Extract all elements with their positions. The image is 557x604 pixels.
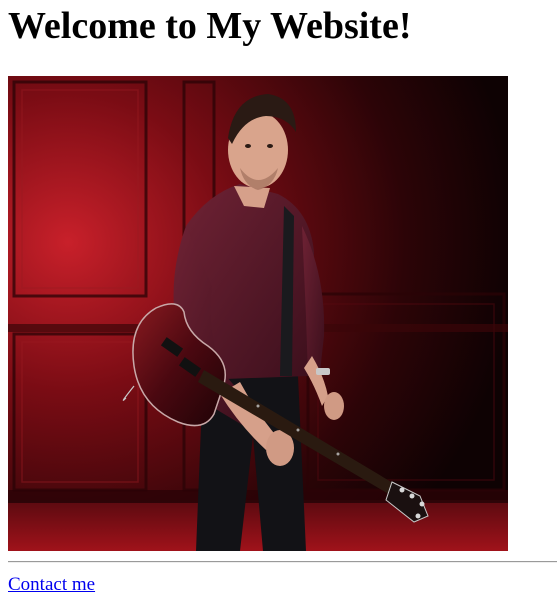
contact-link[interactable]: Contact me [8, 573, 95, 597]
horizontal-rule [8, 561, 557, 563]
guitarist-image [8, 76, 508, 551]
guitarist-photo [8, 76, 508, 551]
page-title: Welcome to My Website! [8, 5, 412, 47]
